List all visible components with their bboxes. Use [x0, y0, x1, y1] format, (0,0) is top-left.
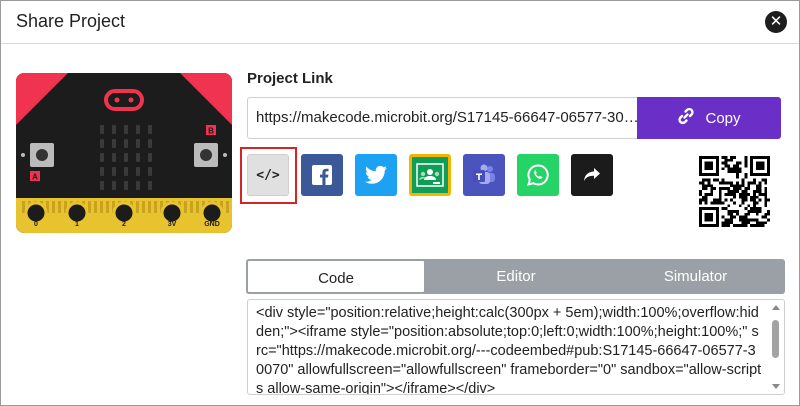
scroll-up-arrow-icon[interactable]: [772, 305, 780, 310]
twitter-button[interactable]: [355, 154, 397, 196]
pin-label: 2: [122, 221, 126, 228]
share-arrow-icon: [584, 168, 600, 181]
pin-label: 1: [75, 221, 79, 228]
dialog-header: Share Project ✕: [1, 1, 799, 44]
close-icon[interactable]: ✕: [765, 11, 787, 33]
button-a-label: A: [32, 173, 38, 182]
embed-button[interactable]: </>: [247, 154, 289, 196]
dialog-title: Share Project: [16, 11, 126, 31]
embed-tabs: Code Editor Simulator: [246, 259, 785, 294]
google-classroom-icon: [416, 163, 444, 187]
teams-icon: [473, 164, 495, 184]
pin-label: 3V: [168, 221, 177, 228]
tab-code[interactable]: Code: [246, 259, 426, 294]
qr-code: [699, 156, 770, 227]
embed-code-textarea[interactable]: <div style="position:relative;height:cal…: [247, 299, 785, 395]
scroll-thumb[interactable]: [772, 320, 779, 358]
project-link-label: Project Link: [247, 70, 333, 87]
google-classroom-button[interactable]: [409, 154, 451, 196]
share-button[interactable]: [571, 154, 613, 196]
tab-editor[interactable]: Editor: [426, 259, 606, 294]
link-icon: [677, 107, 695, 129]
project-url-field[interactable]: https://makecode.microbit.org/S17145-666…: [247, 97, 637, 139]
microbit-image: A B 0 1 2 3V GND: [16, 73, 232, 233]
pin-label: 0: [34, 221, 38, 228]
button-b-label: B: [208, 127, 214, 136]
code-scrollbar[interactable]: [768, 300, 784, 394]
copy-button[interactable]: Copy: [637, 97, 781, 139]
pin-label: GND: [204, 221, 220, 228]
share-project-dialog: Share Project ✕ A B 0 1 2 3V GND Project…: [0, 0, 800, 406]
facebook-button[interactable]: [301, 154, 343, 196]
tab-simulator[interactable]: Simulator: [606, 259, 785, 294]
facebook-icon: [312, 165, 332, 185]
copy-label: Copy: [705, 109, 741, 127]
twitter-icon: [365, 165, 387, 184]
microsoft-teams-button[interactable]: [463, 154, 505, 196]
scroll-down-arrow-icon[interactable]: [772, 384, 780, 389]
embed-code-text[interactable]: <div style="position:relative;height:cal…: [256, 304, 762, 394]
whatsapp-button[interactable]: [517, 154, 559, 196]
whatsapp-icon: [527, 164, 549, 186]
project-thumbnail: A B 0 1 2 3V GND: [16, 73, 232, 233]
code-icon: </>: [256, 167, 280, 183]
